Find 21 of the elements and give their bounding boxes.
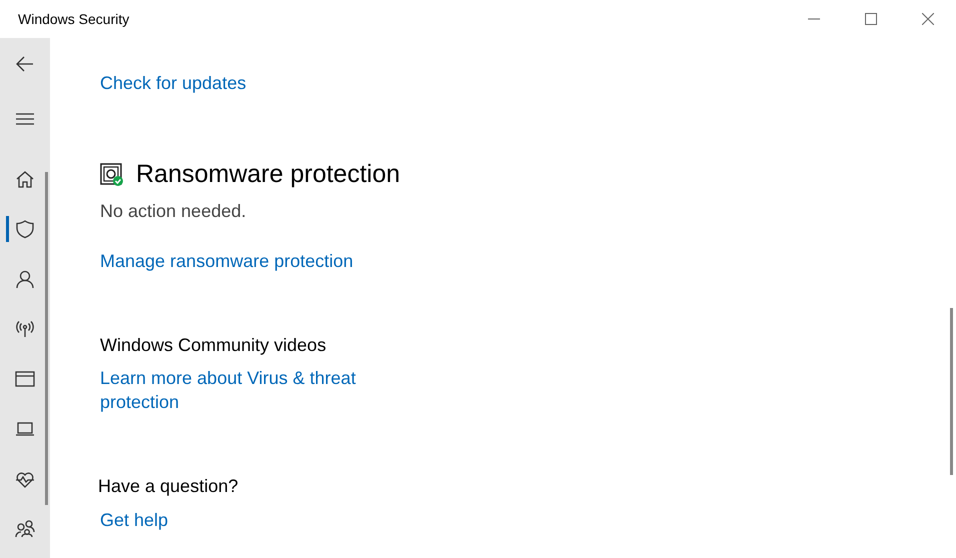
person-icon	[15, 269, 35, 289]
ransomware-icon	[100, 162, 124, 186]
manage-link[interactable]: Manage ransomware protection	[100, 249, 354, 273]
get-help-link[interactable]: Get help	[100, 508, 168, 532]
maximize-icon	[864, 13, 876, 25]
back-icon	[15, 54, 35, 74]
learn-more-link[interactable]: Learn more about Virus & threat protection	[100, 366, 370, 414]
window-title: Windows Security	[18, 11, 130, 27]
scrollbar[interactable]	[45, 172, 48, 505]
window-icon	[15, 369, 35, 389]
family-icon	[15, 519, 35, 539]
section-heading: Have a question?	[98, 475, 240, 498]
check-updates-link[interactable]: Check for updates	[100, 71, 246, 95]
shield-icon	[15, 219, 35, 239]
antenna-icon	[15, 319, 35, 339]
home-icon	[15, 169, 35, 189]
status-text: No action needed.	[100, 200, 248, 223]
section-title: Ransomware protection	[136, 160, 400, 189]
scrollbar[interactable]	[950, 308, 953, 475]
close-icon	[922, 13, 934, 25]
section-heading: Windows Community videos	[100, 334, 328, 357]
